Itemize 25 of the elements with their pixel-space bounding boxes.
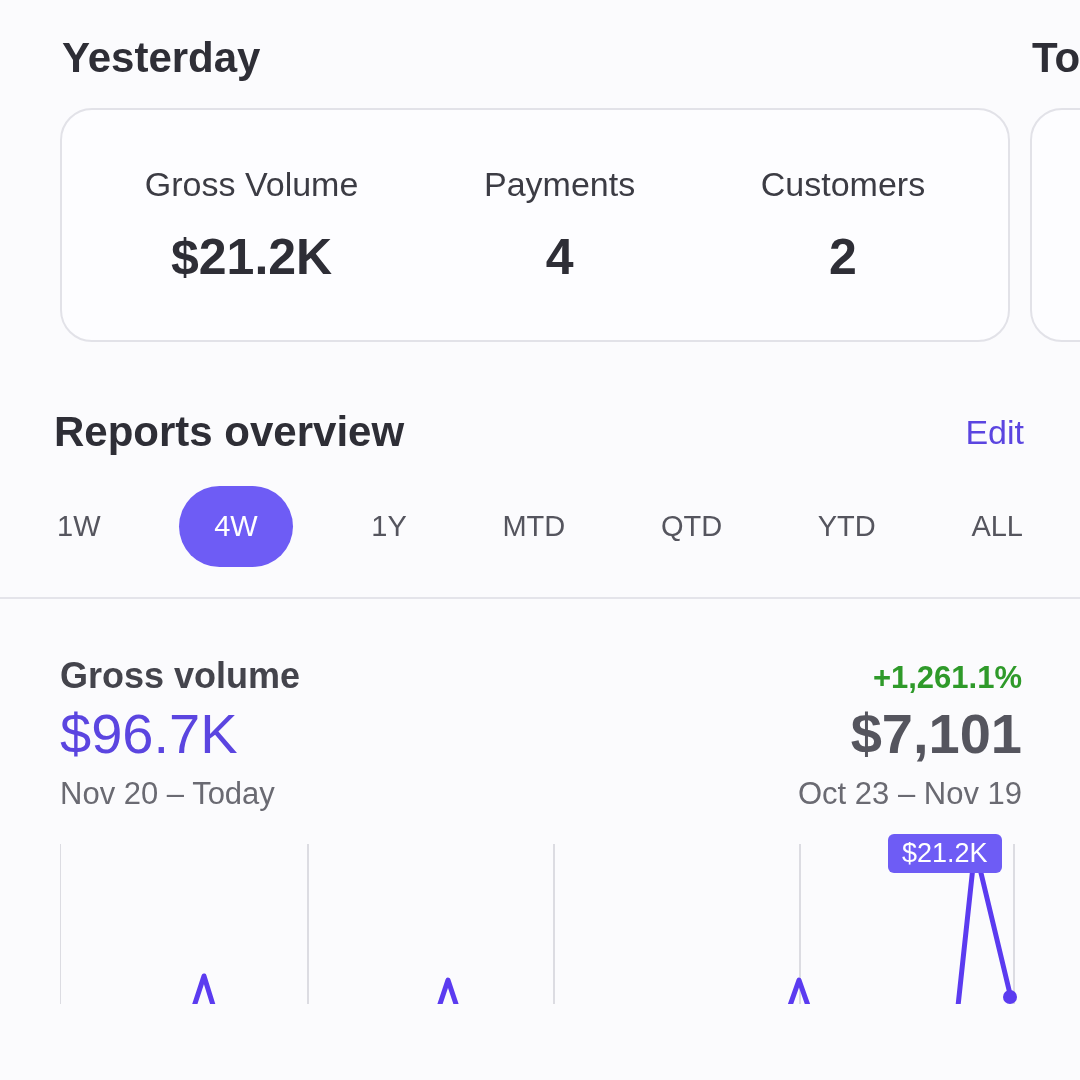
change-percent: +1,261.1%: [872, 660, 1022, 696]
edit-link[interactable]: Edit: [965, 412, 1024, 452]
period-tab[interactable]: 1W: [40, 490, 118, 563]
previous-value: $7,101: [850, 701, 1022, 766]
period-tab[interactable]: 4W: [179, 486, 293, 567]
period-tab[interactable]: ALL: [954, 490, 1040, 563]
current-value: $96.7K: [60, 701, 238, 766]
section-title: Reports overview: [54, 408, 405, 456]
stat-label: Gross Volume: [144, 164, 359, 204]
period-tab[interactable]: MTD: [485, 490, 583, 563]
section-title: Yesterday: [62, 33, 262, 83]
date-range: Oct 23 – Nov 19: [798, 776, 1022, 812]
stat-value: $21.2K: [170, 227, 333, 286]
date-range: Nov 20 – Today: [60, 776, 275, 812]
value-tooltip: $21.2K: [888, 834, 1002, 873]
stat-label: Customers: [760, 164, 926, 204]
data-point: [1003, 990, 1017, 1004]
period-tab[interactable]: YTD: [800, 490, 893, 563]
stat-value: 2: [829, 227, 857, 286]
period-tab[interactable]: 1Y: [354, 490, 424, 563]
metric-title: Gross volume: [60, 655, 301, 697]
stat-label: Payments: [483, 164, 636, 204]
period-tab[interactable]: QTD: [643, 490, 740, 563]
section-title: To: [1032, 33, 1080, 83]
stat-value: 4: [545, 227, 574, 286]
